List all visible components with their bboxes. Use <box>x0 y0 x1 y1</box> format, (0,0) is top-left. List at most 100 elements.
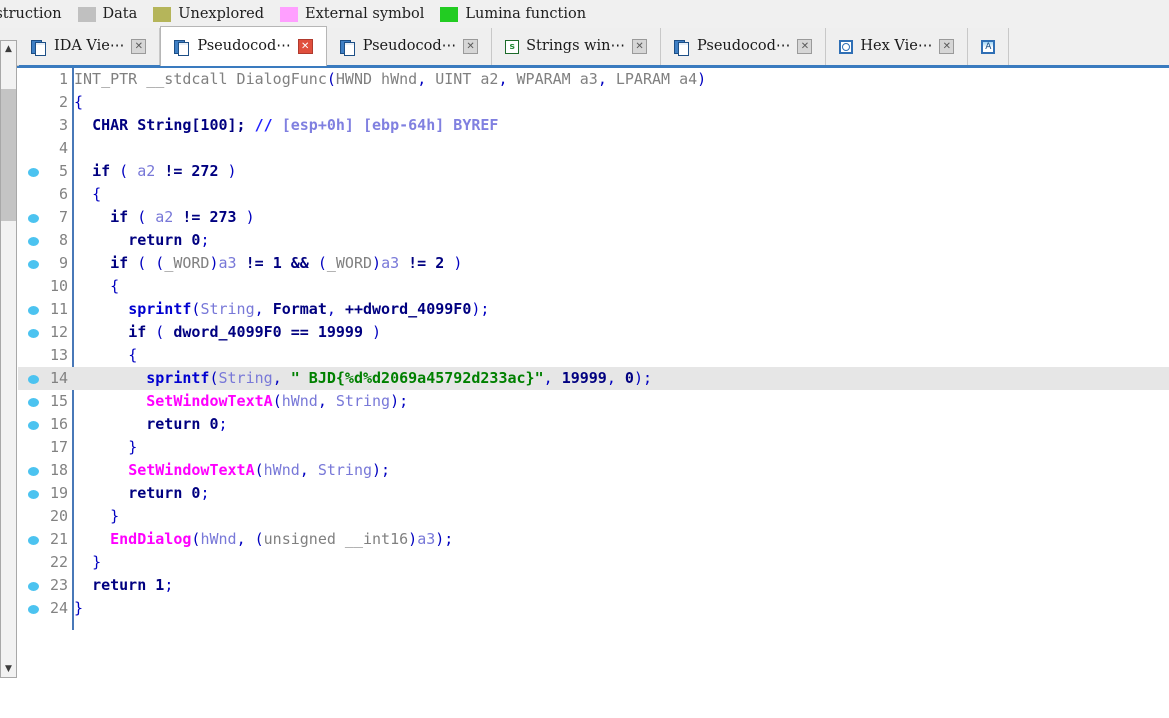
code-line[interactable]: 11 sprintf(String, Format, ++dword_4099F… <box>18 298 1169 321</box>
scroll-down-arrow-icon[interactable]: ▼ <box>1 661 16 677</box>
legend-label-external-symbol: External symbol <box>305 6 425 22</box>
code-text: return 0; <box>146 415 228 433</box>
tab-pseudocode-b[interactable]: Pseudocod⋯ ✕ <box>326 28 493 65</box>
tab-label: Pseudocod⋯ <box>697 38 791 55</box>
code-line[interactable]: 12 if ( dword_4099F0 == 19999 ) <box>18 321 1169 344</box>
code-line[interactable]: 15 SetWindowTextA(hWnd, String); <box>18 390 1169 413</box>
code-text: { <box>92 185 102 203</box>
code-text: { <box>110 277 120 295</box>
code-text: if ( (_WORD)a3 != 1 && (_WORD)a3 != 2 ) <box>110 254 463 272</box>
code-text: return 0; <box>128 484 210 502</box>
tab-pseudocode-a[interactable]: Pseudocod⋯ ✕ <box>160 26 327 66</box>
code-line[interactable]: 22 } <box>18 551 1169 574</box>
line-number: 16 <box>49 415 68 433</box>
code-line[interactable]: 6 { <box>18 183 1169 206</box>
code-line[interactable]: 13 { <box>18 344 1169 367</box>
code-line[interactable]: 1 INT_PTR __stdcall DialogFunc(HWND hWnd,… <box>18 68 1169 91</box>
legend-label-lumina-function: Lumina function <box>465 6 587 22</box>
close-icon[interactable]: ✕ <box>632 39 648 54</box>
document-icon <box>174 39 190 56</box>
code-text: SetWindowTextA(hWnd, String); <box>146 392 409 410</box>
code-line[interactable]: 4 <box>18 137 1169 160</box>
document-icon <box>31 39 47 56</box>
code-line[interactable]: 21 EndDialog(hWnd, (unsigned __int16)a3)… <box>18 528 1169 551</box>
tab-label: Hex Vie⋯ <box>860 38 933 55</box>
navigator-legend-bar: nstruction Data Unexplored External symb… <box>0 0 1169 28</box>
code-line[interactable]: 3 CHAR String[100]; // [esp+0h] [ebp-64h… <box>18 114 1169 137</box>
close-icon[interactable]: ✕ <box>463 39 479 54</box>
line-number: 22 <box>49 553 68 571</box>
line-number: 8 <box>58 231 68 249</box>
line-number: 11 <box>49 300 68 318</box>
line-number: 7 <box>58 208 68 226</box>
code-text: if ( a2 != 272 ) <box>92 162 237 180</box>
vertical-scrollbar[interactable]: ▲ ▼ <box>0 40 17 678</box>
code-line[interactable]: 8 return 0; <box>18 229 1169 252</box>
close-icon[interactable]: ✕ <box>797 39 813 54</box>
code-line[interactable]: 2{ <box>18 91 1169 114</box>
line-number: 18 <box>49 461 68 479</box>
code-text: { <box>128 346 138 364</box>
scrollbar-thumb[interactable] <box>1 89 16 221</box>
line-number: 6 <box>58 185 68 203</box>
line-number: 4 <box>58 139 68 157</box>
code-text: } <box>110 507 120 525</box>
line-number: 17 <box>49 438 68 456</box>
legend-swatch-lumina-function <box>440 6 459 22</box>
code-text: sprintf(String, " BJD{%d%d2069a45792d233… <box>146 369 652 387</box>
line-number: 23 <box>49 576 68 594</box>
tab-hex-view[interactable]: Hex Vie⋯ ✕ <box>826 28 969 65</box>
code-text: } <box>128 438 138 456</box>
code-text: return 1; <box>92 576 174 594</box>
legend-entry-lumina-function: Lumina function <box>440 0 602 28</box>
line-number: 5 <box>58 162 68 180</box>
strings-icon: s <box>505 39 520 54</box>
line-number: 10 <box>49 277 68 295</box>
code-line[interactable]: 23 return 1; <box>18 574 1169 597</box>
code-line[interactable]: 24} <box>18 597 1169 620</box>
line-number: 1 <box>58 70 68 88</box>
close-icon[interactable]: ✕ <box>939 39 955 54</box>
code-line[interactable]: 17 } <box>18 436 1169 459</box>
code-line[interactable]: 10 { <box>18 275 1169 298</box>
close-icon[interactable]: ✕ <box>297 39 313 54</box>
legend-entry-data: Data <box>77 0 154 28</box>
pseudocode-editor[interactable]: 1 INT_PTR __stdcall DialogFunc(HWND hWnd,… <box>18 68 1169 718</box>
legend-label-instruction: nstruction <box>0 6 62 22</box>
legend-swatch-data <box>77 6 96 22</box>
code-line[interactable]: 9 if ( (_WORD)a3 != 1 && (_WORD)a3 != 2 … <box>18 252 1169 275</box>
document-icon <box>339 39 356 56</box>
legend-entry-unexplored: Unexplored <box>153 0 280 28</box>
tab-label: Pseudocod⋯ <box>197 38 291 55</box>
code-line[interactable]: 16 return 0; <box>18 413 1169 436</box>
tab-label: Pseudocod⋯ <box>362 38 457 55</box>
line-number: 3 <box>58 116 68 134</box>
legend-label-data: Data <box>102 6 138 22</box>
code-text: CHAR String[100]; // [esp+0h] [ebp-64h] … <box>92 116 499 134</box>
code-text: SetWindowTextA(hWnd, String); <box>128 461 391 479</box>
code-line[interactable]: 5 if ( a2 != 272 ) <box>18 160 1169 183</box>
hex-icon <box>839 39 854 54</box>
tab-overflow-partial[interactable]: A <box>968 28 1010 65</box>
code-line[interactable]: 7 if ( a2 != 273 ) <box>18 206 1169 229</box>
tab-strings-window[interactable]: s Strings win⋯ ✕ <box>492 28 662 65</box>
tab-list: IDA Vie⋯ ✕ Pseudocod⋯ ✕ Pseudocod⋯ ✕ s S… <box>18 26 1010 66</box>
legend-swatch-external-symbol <box>280 6 299 22</box>
tab-label: Strings win⋯ <box>526 38 626 55</box>
scroll-up-arrow-icon[interactable]: ▲ <box>1 41 16 57</box>
tab-ida-view[interactable]: IDA Vie⋯ ✕ <box>18 28 161 65</box>
assembly-icon: A <box>981 39 996 54</box>
code-line[interactable]: 14 sprintf(String, " BJD{%d%d2069a45792d… <box>18 367 1169 390</box>
line-number: 14 <box>49 369 68 387</box>
tab-label: IDA Vie⋯ <box>54 38 125 55</box>
tab-bar: ✕ IDA Vie⋯ ✕ Pseudocod⋯ ✕ Pseudocod⋯ ✕ s… <box>0 26 1169 68</box>
code-text: sprintf(String, Format, ++dword_4099F0); <box>128 300 490 318</box>
code-line[interactable]: 19 return 0; <box>18 482 1169 505</box>
code-line[interactable]: 18 SetWindowTextA(hWnd, String); <box>18 459 1169 482</box>
close-icon[interactable]: ✕ <box>131 39 147 54</box>
line-number: 13 <box>49 346 68 364</box>
document-icon <box>674 39 690 56</box>
code-line[interactable]: 20 } <box>18 505 1169 528</box>
tab-pseudocode-c[interactable]: Pseudocod⋯ ✕ <box>661 28 827 65</box>
code-text: EndDialog(hWnd, (unsigned __int16)a3); <box>110 530 454 548</box>
